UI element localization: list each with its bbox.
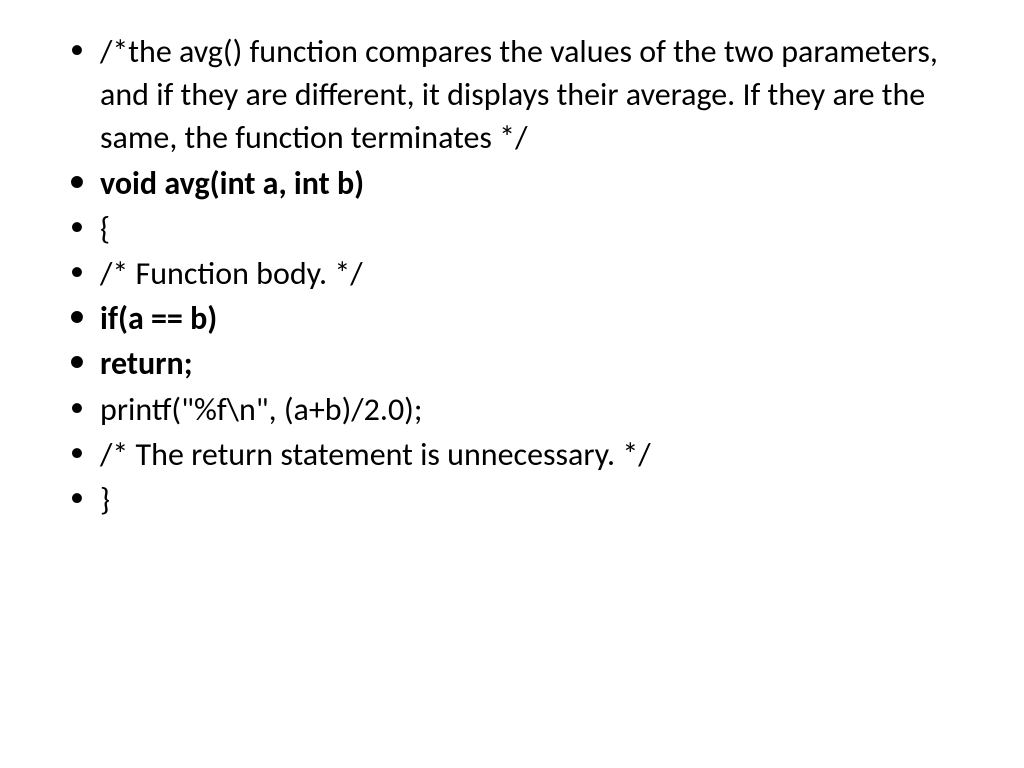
bullet-text: printf("%f\n", (a+b)/2.0);: [100, 390, 422, 429]
list-item: /* The return statement is unnecessary. …: [50, 433, 974, 476]
bullet-text: void avg(int a, int b): [100, 164, 364, 203]
list-item: /*the avg() function compares the values…: [50, 30, 974, 160]
bullet-list: /*the avg() function compares the values…: [50, 30, 974, 521]
bullet-text: }: [100, 480, 110, 519]
list-item: {: [50, 207, 974, 250]
bullet-text: return;: [100, 344, 193, 383]
bullet-text: /*the avg() function compares the values…: [100, 32, 938, 157]
bullet-text: /* The return statement is unnecessary. …: [100, 435, 651, 474]
list-item: void avg(int a, int b): [50, 162, 974, 205]
list-item: if(a == b): [50, 297, 974, 340]
list-item: printf("%f\n", (a+b)/2.0);: [50, 388, 974, 431]
bullet-text: if(a == b): [100, 299, 217, 338]
list-item: }: [50, 478, 974, 521]
list-item: return;: [50, 342, 974, 385]
bullet-text: /* Function body. */: [100, 254, 363, 293]
bullet-text: {: [100, 209, 110, 248]
list-item: /* Function body. */: [50, 252, 974, 295]
